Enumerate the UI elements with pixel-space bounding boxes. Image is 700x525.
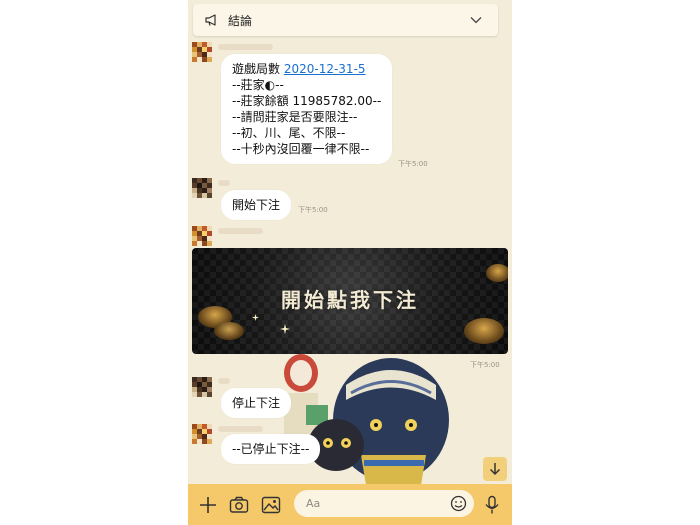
sender-name (218, 180, 230, 186)
message-bubble[interactable]: 遊戲局數 2020-12-31-5 --莊家◐-- --莊家餘額 1198578… (221, 54, 393, 164)
game-round-link[interactable]: 2020-12-31-5 (284, 62, 366, 76)
message-line: --莊家餘額 11985782.00-- (232, 94, 382, 108)
avatar[interactable] (192, 226, 212, 246)
sender-name (218, 228, 263, 234)
bet-start-image[interactable]: 開始點我下注 (192, 248, 508, 354)
message-text: 停止下注 (232, 396, 281, 410)
casino-chip (464, 318, 504, 344)
avatar[interactable] (192, 377, 212, 397)
microphone-icon[interactable] (481, 494, 503, 516)
message-line: --莊家◐-- (232, 78, 284, 92)
message-input[interactable]: Aa (294, 490, 474, 517)
message-line: --十秒內沒回覆一律不限-- (232, 142, 370, 156)
message-bubble[interactable]: --已停止下注-- (221, 434, 321, 464)
announcement-bar[interactable]: 結論 (193, 4, 498, 36)
emoji-icon[interactable] (450, 495, 467, 512)
sparkle-icon (280, 324, 290, 334)
sender-name (218, 378, 230, 384)
chat-screen: 結論 遊戲局數 2020-12-31-5 --莊家◐-- --莊家餘額 1198… (188, 0, 512, 525)
message-line: 遊戲局數 2020-12-31-5 (232, 62, 366, 76)
message-text: 開始下注 (232, 198, 281, 212)
chevron-down-icon[interactable] (470, 14, 482, 26)
sticker-image (284, 354, 449, 485)
casino-chip (486, 264, 508, 282)
sparkle-icon (252, 314, 259, 321)
message-input-bar: Aa (188, 484, 512, 525)
message-text: --已停止下注-- (232, 442, 310, 456)
message-line: --初、川、尾、不限-- (232, 126, 346, 140)
announcement-title: 結論 (228, 13, 253, 28)
input-placeholder: Aa (306, 497, 321, 510)
camera-icon[interactable] (228, 494, 250, 516)
sender-name (218, 44, 273, 50)
sender-name (218, 426, 263, 432)
casino-chip (214, 322, 244, 340)
plus-icon[interactable] (197, 494, 219, 516)
arrow-down-icon (489, 463, 501, 476)
megaphone-icon (205, 14, 216, 26)
message-line: --請問莊家是否要限注-- (232, 110, 358, 124)
banner-text: 開始點我下注 (281, 288, 419, 312)
scroll-to-bottom-button[interactable] (483, 457, 507, 481)
avatar[interactable] (192, 42, 212, 62)
message-timestamp: 下午5:00 (298, 206, 328, 214)
avatar[interactable] (192, 178, 212, 198)
message-bubble[interactable]: 停止下注 (221, 388, 292, 418)
message-bubble[interactable]: 開始下注 (221, 190, 292, 220)
message-timestamp: 下午5:00 (470, 361, 500, 369)
avatar[interactable] (192, 424, 212, 444)
image-icon[interactable] (260, 494, 282, 516)
message-timestamp: 下午5:00 (398, 160, 428, 168)
